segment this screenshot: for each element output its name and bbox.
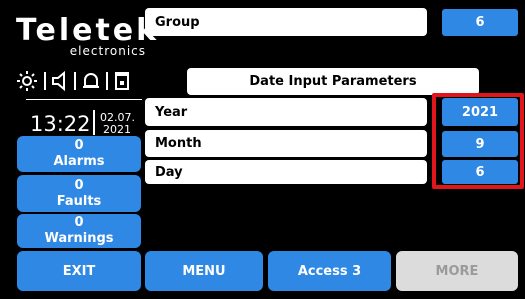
alarms-label: Alarms [53,154,105,169]
more-label: MORE [435,263,479,279]
clock-time: 13:22 [30,112,91,136]
divider [44,72,46,90]
brand-subtitle: electronics [69,44,146,58]
brand-logo: Teletek [16,13,160,48]
access-button[interactable]: Access 3 [268,251,391,291]
clock-divider [93,110,95,135]
year-field[interactable]: Year [145,98,427,126]
section-title-text: Date Input Parameters [249,74,417,89]
warnings-count: 0 [74,215,84,230]
clock-date-year: 2021 [103,123,131,136]
day-field[interactable]: Day [145,160,427,184]
access-label: Access 3 [297,263,362,279]
group-value-text: 6 [475,15,485,30]
faults-count: 0 [74,177,84,193]
divider [74,72,76,90]
section-title: Date Input Parameters [187,68,479,95]
status-icons [16,68,144,94]
highlight-box [432,93,524,189]
alarms-button[interactable]: 0 Alarms [17,136,141,172]
faults-button[interactable]: 0 Faults [17,175,141,212]
group-label: Group [155,14,200,30]
speaker-icon [52,71,68,91]
bell-icon [82,71,100,91]
more-button[interactable]: MORE [396,251,518,291]
divider [106,72,108,90]
day-label: Day [155,164,183,180]
warnings-button[interactable]: 0 Warnings [17,214,141,248]
divider-line [26,99,142,100]
alarms-count: 0 [74,138,84,153]
clock-date-day-month: 02.07. [100,111,135,124]
menu-label: MENU [182,263,226,279]
socket-icon [114,71,130,91]
exit-button[interactable]: EXIT [17,251,141,291]
month-field[interactable]: Month [145,130,427,157]
warnings-label: Warnings [44,231,114,246]
group-value[interactable]: 6 [442,9,518,36]
year-label: Year [155,104,188,120]
menu-button[interactable]: MENU [145,251,263,291]
sun-icon [16,70,38,92]
month-label: Month [155,136,202,151]
exit-label: EXIT [62,263,96,279]
faults-label: Faults [56,193,102,209]
group-field[interactable]: Group [145,8,427,36]
